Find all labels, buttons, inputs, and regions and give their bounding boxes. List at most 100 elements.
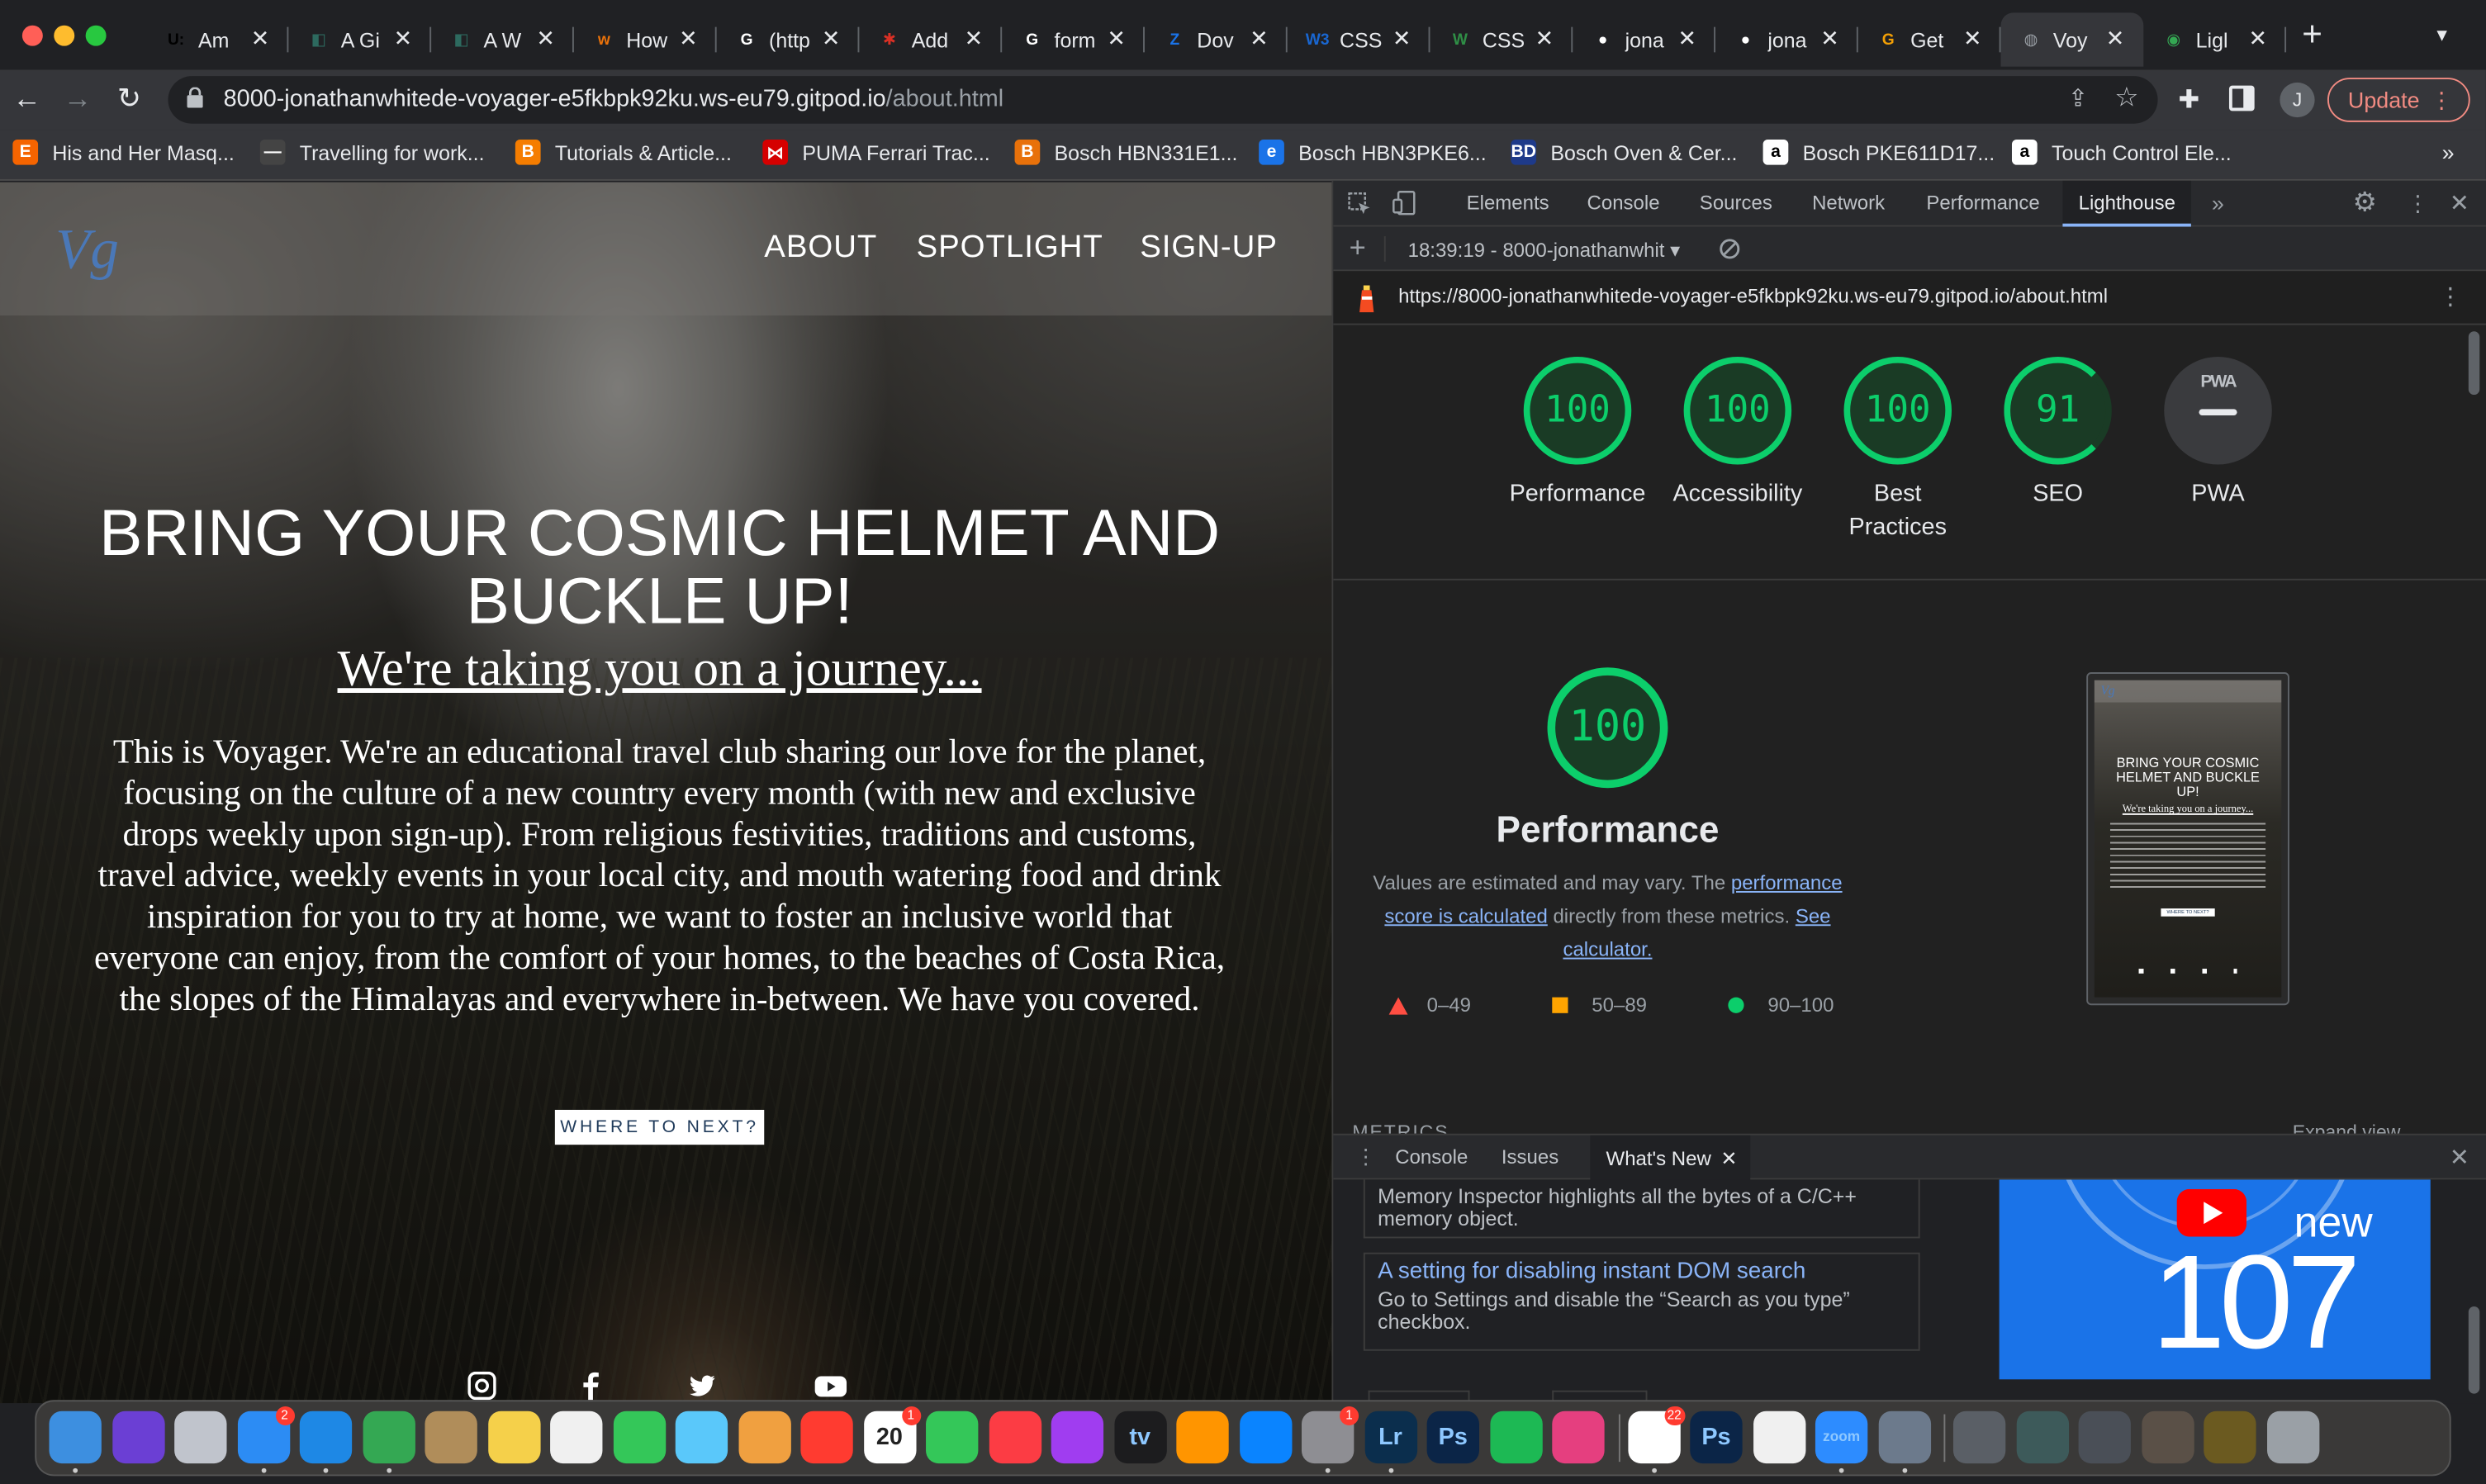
- reminders-icon[interactable]: [550, 1411, 603, 1464]
- whats-new-card[interactable]: A setting for disabling instant DOM sear…: [1363, 1252, 1920, 1351]
- instagram-icon[interactable]: [467, 1371, 496, 1401]
- window-thumb-icon[interactable]: [2078, 1411, 2131, 1464]
- devtools-tab-sources[interactable]: Sources: [1700, 192, 1772, 214]
- address-bar[interactable]: 8000-jonathanwhitede-voyager-e5fkbpk92ku…: [168, 76, 2158, 124]
- new-report-plus-icon[interactable]: +: [1350, 231, 1366, 264]
- bookmark-item[interactable]: B Bosch HBN331E1...: [1014, 139, 1237, 165]
- photoshop-icon[interactable]: Ps: [1426, 1411, 1479, 1464]
- bookmark-item[interactable]: — Travelling for work...: [259, 139, 485, 165]
- page-screenshot-thumbnail[interactable]: Vg BRING YOUR COSMIC HELMET AND BUCKLE U…: [2086, 672, 2289, 1006]
- bookmark-item[interactable]: ⋈ PUMA Ferrari Trac...: [762, 139, 990, 165]
- forward-button[interactable]: →: [64, 83, 93, 114]
- lightroom-icon[interactable]: Lr: [1364, 1411, 1417, 1464]
- reload-button[interactable]: ↻: [117, 83, 141, 114]
- back-button[interactable]: ←: [12, 83, 41, 114]
- close-tab-icon[interactable]: ✕: [679, 26, 698, 53]
- side-panel-icon[interactable]: [2228, 85, 2255, 111]
- gauge-accessibility[interactable]: 100 Accessibility: [1658, 356, 1817, 510]
- gauge-seo[interactable]: 91 SEO: [1979, 356, 2137, 510]
- report-scrollbar[interactable]: [2468, 331, 2480, 396]
- update-button[interactable]: Update ⋮: [2327, 78, 2470, 122]
- creative-cloud-icon[interactable]: [1552, 1411, 1605, 1464]
- notes-icon[interactable]: [487, 1411, 540, 1464]
- close-tab-icon[interactable]: ✕: [394, 26, 413, 53]
- face-icon[interactable]: [1753, 1411, 1805, 1464]
- drawer-close-icon[interactable]: ✕: [2450, 1143, 2469, 1172]
- browser-tab[interactable]: Gform ✕: [1002, 12, 1145, 66]
- close-tab-icon[interactable]: ✕: [1677, 26, 1696, 53]
- drawer-tab-console[interactable]: Console: [1395, 1146, 1468, 1169]
- device-toolbar-icon[interactable]: [1392, 190, 1417, 216]
- browser-tab[interactable]: Z Dov ✕: [1145, 12, 1288, 66]
- clear-reports-icon[interactable]: [1719, 238, 1741, 260]
- browser-tab[interactable]: W CSS ✕: [1430, 12, 1573, 66]
- browser-tab[interactable]: ◧ A Gi ✕: [288, 12, 432, 66]
- gauge-pwa[interactable]: PWA PWA: [2139, 356, 2298, 510]
- youtube-icon[interactable]: [814, 1372, 848, 1401]
- close-window-button[interactable]: [21, 25, 43, 46]
- close-tab-icon[interactable]: ✕: [822, 26, 841, 53]
- browser-tab[interactable]: ● jona ✕: [1715, 12, 1858, 66]
- where-to-next-button[interactable]: WHERE TO NEXT?: [554, 1109, 765, 1145]
- bookmark-item[interactable]: a Touch Control Ele...: [2011, 139, 2232, 165]
- expand-view-link[interactable]: Expand view: [2293, 1121, 2401, 1133]
- window-thumb-icon[interactable]: [2015, 1411, 2069, 1464]
- close-tab-icon[interactable]: ✕: [1107, 26, 1126, 53]
- browser-tab[interactable]: ◍ Voy ✕: [2000, 12, 2144, 67]
- mail-icon[interactable]: 2: [236, 1406, 295, 1464]
- close-tab-icon[interactable]: ✕: [1820, 26, 1839, 53]
- music-icon[interactable]: [988, 1411, 1041, 1464]
- minimize-window-button[interactable]: [54, 25, 75, 46]
- close-tab-icon[interactable]: ✕: [1720, 1148, 1737, 1170]
- zoom-icon[interactable]: zoom: [1815, 1411, 1868, 1464]
- bookmark-item[interactable]: B Tutorials & Article...: [515, 139, 732, 165]
- window-thumb-icon[interactable]: [1952, 1411, 2006, 1464]
- report-selector[interactable]: 18:39:19 - 8000-jonathanwhit ▾: [1408, 238, 1681, 262]
- launchpad-icon[interactable]: [174, 1411, 227, 1464]
- spotify-icon[interactable]: [1489, 1411, 1542, 1464]
- bookmark-item[interactable]: a Bosch PKE611D17...: [1762, 139, 1995, 165]
- devtools-menu-icon[interactable]: ⋮: [2407, 190, 2429, 217]
- maps-icon[interactable]: [675, 1411, 728, 1464]
- nav-spotlight[interactable]: SPOTLIGHT: [917, 230, 1103, 266]
- drawer-scrollbar[interactable]: [2468, 1306, 2480, 1394]
- close-tab-icon[interactable]: ✕: [536, 26, 555, 53]
- browser-tab[interactable]: ● jona ✕: [1573, 12, 1716, 66]
- drawer-menu-icon[interactable]: ⋮: [1355, 1145, 1376, 1170]
- bookmark-item[interactable]: E His and Her Masq...: [12, 139, 235, 165]
- bookmark-star-icon[interactable]: ☆: [2114, 83, 2138, 114]
- browser-tab[interactable]: ◉ Ligl ✕: [2143, 12, 2287, 66]
- chrome-icon[interactable]: [362, 1411, 415, 1464]
- devtools-tab-lighthouse[interactable]: Lighthouse: [2062, 180, 2192, 227]
- close-tab-icon[interactable]: ✕: [1392, 26, 1411, 53]
- close-tab-icon[interactable]: ✕: [2106, 26, 2125, 53]
- share-icon[interactable]: ⇪: [2068, 84, 2088, 113]
- close-tab-icon[interactable]: ✕: [2249, 26, 2268, 53]
- books-icon[interactable]: [1176, 1411, 1229, 1464]
- gauge-best-practices[interactable]: 100 Best Practices: [1819, 356, 1977, 544]
- new-tab-button[interactable]: +: [2302, 17, 2322, 51]
- contacts-icon[interactable]: [425, 1411, 477, 1464]
- messages-icon[interactable]: [612, 1411, 666, 1464]
- extensions-puzzle-icon[interactable]: ✚: [2179, 84, 2200, 116]
- browser-tab[interactable]: G (http ✕: [717, 12, 860, 66]
- profile-avatar[interactable]: J: [2280, 82, 2315, 118]
- slack-icon[interactable]: 22: [1627, 1406, 1685, 1464]
- facetime-icon[interactable]: [926, 1411, 979, 1464]
- devtools-tab-console[interactable]: Console: [1587, 192, 1660, 214]
- podcasts-icon[interactable]: [1051, 1411, 1104, 1464]
- devtools-close-icon[interactable]: ✕: [2450, 188, 2469, 217]
- safari-icon[interactable]: [299, 1411, 353, 1464]
- bookmark-item[interactable]: e Bosch HBN3PKE6...: [1259, 139, 1487, 165]
- close-tab-icon[interactable]: ✕: [965, 26, 984, 53]
- nav-about[interactable]: ABOUT: [764, 230, 877, 266]
- report-menu-icon[interactable]: ⋮: [2438, 282, 2462, 311]
- bookmark-item[interactable]: BD Bosch Oven & Cer...: [1511, 139, 1737, 165]
- calendar-icon[interactable]: 20 1: [863, 1406, 921, 1464]
- photos-icon[interactable]: [738, 1411, 790, 1464]
- preview-icon[interactable]: [1877, 1411, 1931, 1464]
- browser-tab[interactable]: w How ✕: [574, 12, 717, 66]
- trash-icon[interactable]: [2266, 1411, 2319, 1464]
- voyager-logo[interactable]: Vg: [52, 214, 131, 290]
- browser-tab[interactable]: U: Am ✕: [146, 12, 289, 66]
